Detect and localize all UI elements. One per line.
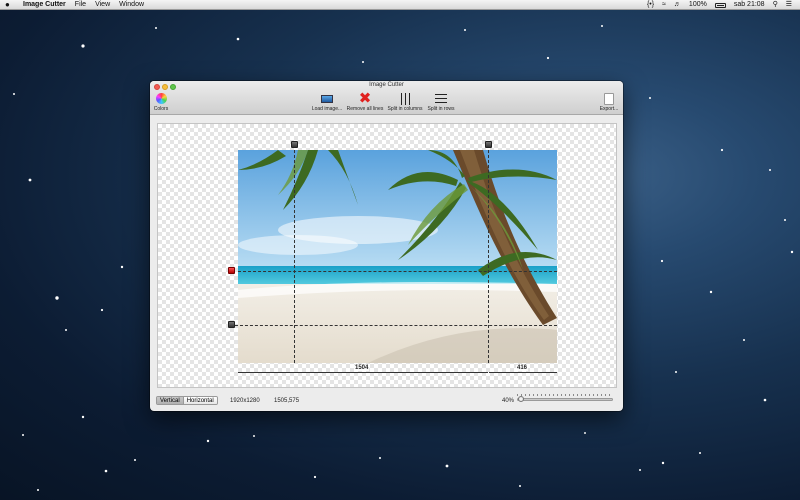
apple-icon[interactable]: ● — [5, 0, 15, 10]
image-icon — [321, 94, 333, 103]
menu-app-name[interactable]: Image Cutter — [23, 0, 66, 10]
measure-label-left: 1504 — [354, 365, 370, 371]
colors-label: Colors — [153, 106, 169, 112]
battery-percent[interactable]: 100% — [689, 0, 707, 10]
menu-view[interactable]: View — [95, 0, 110, 10]
window-titlebar: Image Cutter Colors Load image... ✖ Remo… — [150, 81, 623, 115]
battery-icon[interactable] — [714, 2, 726, 8]
vertical-line-handle-1[interactable] — [291, 141, 298, 148]
image-canvas[interactable]: 1504 416 — [157, 123, 617, 388]
colors-button[interactable]: Colors — [153, 91, 169, 112]
volume-icon[interactable]: ♬ — [674, 0, 681, 10]
window-title: Image Cutter — [369, 82, 404, 88]
menu-window[interactable]: Window — [119, 0, 144, 10]
status-extra[interactable]: {•} — [647, 0, 654, 10]
beach-photo — [238, 150, 557, 363]
orientation-segmented-control: Vertical Horizontal — [156, 396, 218, 405]
bottom-status-bar: Vertical Horizontal 1920x1280 1505,575 4… — [150, 389, 623, 411]
menu-bar-status: {•} ≈ ♬ 100% sab 21:08 ⚲ ☰ — [639, 0, 792, 10]
split-line-vertical-1[interactable] — [294, 150, 295, 363]
remove-all-lines-label: Remove all lines — [346, 106, 384, 112]
image-cutter-window: Image Cutter Colors Load image... ✖ Remo… — [150, 81, 623, 411]
measure-line-left — [238, 372, 488, 373]
split-columns-label: Split in columns — [387, 106, 423, 112]
split-line-horizontal-2[interactable] — [230, 325, 557, 326]
split-columns-button[interactable]: Split in columns — [386, 91, 424, 112]
export-button[interactable]: Export... — [598, 91, 620, 112]
remove-all-lines-button[interactable]: ✖ Remove all lines — [346, 91, 384, 112]
document-icon — [604, 92, 614, 105]
export-label: Export... — [599, 106, 619, 112]
rows-icon — [435, 94, 447, 103]
measure-label-right: 416 — [516, 365, 529, 371]
horizontal-line-handle-selected[interactable] — [228, 267, 235, 274]
zoom-level: 40% — [502, 398, 515, 404]
color-wheel-icon — [155, 93, 167, 104]
wifi-icon[interactable]: ≈ — [662, 0, 666, 10]
vertical-line-handle-2[interactable] — [485, 141, 492, 148]
search-icon[interactable]: ⚲ — [773, 0, 778, 10]
image-size: 1920x1280 — [230, 398, 260, 404]
split-rows-label: Split in rows — [427, 106, 455, 112]
columns-icon — [400, 92, 410, 105]
menu-file[interactable]: File — [75, 0, 86, 10]
cursor-position: 1505,575 — [274, 398, 300, 404]
zoom-slider-knob[interactable] — [517, 396, 524, 402]
zoom-slider-ticks — [517, 394, 613, 396]
split-line-vertical-2[interactable] — [488, 150, 489, 363]
menu-bar: ● Image Cutter File View Window {•} ≈ ♬ … — [0, 0, 800, 10]
split-rows-button[interactable]: Split in rows — [426, 91, 456, 112]
horizontal-segment[interactable]: Horizontal — [183, 397, 217, 404]
load-image-button[interactable]: Load image... — [310, 91, 344, 112]
vertical-segment[interactable]: Vertical — [157, 397, 183, 404]
clock[interactable]: sab 21:08 — [734, 0, 765, 10]
measure-line-right — [489, 372, 557, 373]
horizontal-line-handle-2[interactable] — [228, 321, 235, 328]
zoom-slider[interactable] — [517, 398, 613, 401]
split-line-horizontal-1[interactable] — [238, 271, 557, 272]
list-icon[interactable]: ☰ — [786, 0, 792, 10]
red-x-icon: ✖ — [358, 90, 372, 107]
load-image-label: Load image... — [311, 106, 343, 112]
